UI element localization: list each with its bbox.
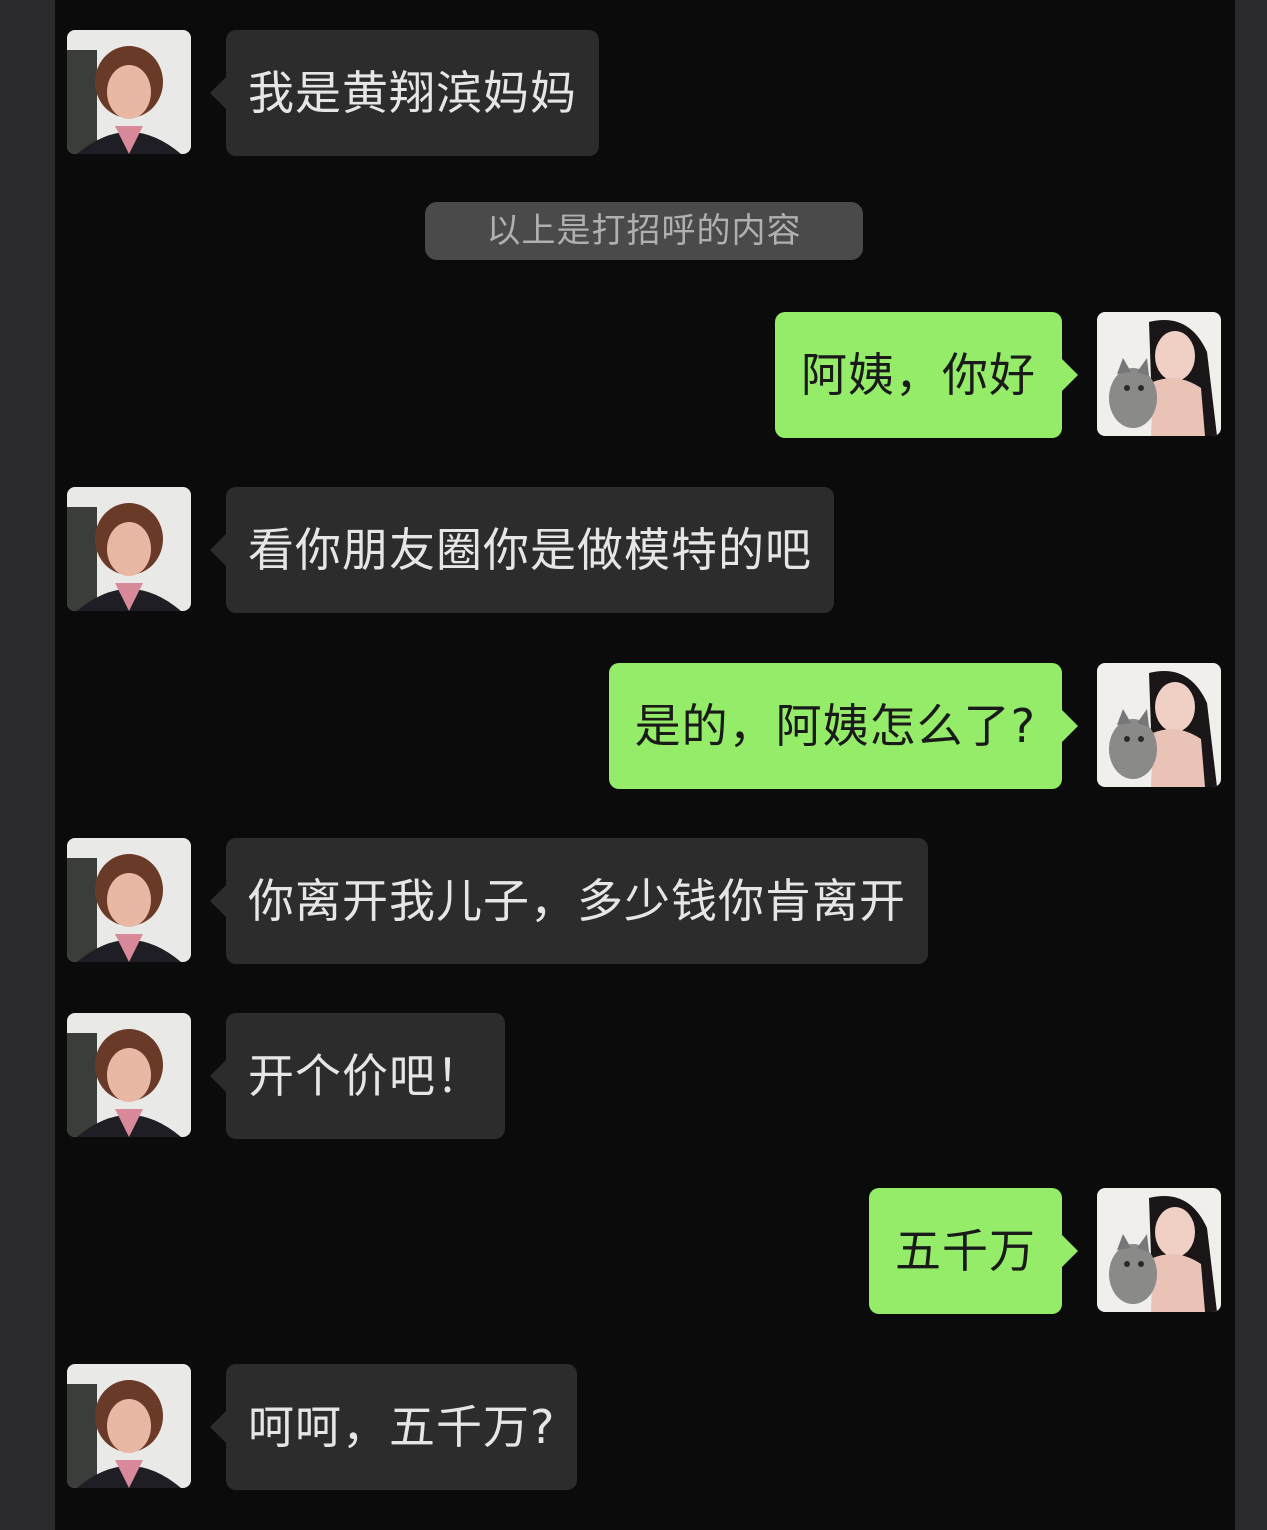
mother-avatar-image bbox=[67, 1364, 191, 1488]
message-bubble-incoming[interactable]: 呵呵，五千万? bbox=[209, 1364, 578, 1490]
user-avatar-image bbox=[1097, 663, 1221, 787]
mother-avatar-image bbox=[67, 487, 191, 611]
left-background-strip bbox=[0, 0, 55, 1530]
user-avatar[interactable] bbox=[1097, 1188, 1221, 1312]
user-avatar[interactable] bbox=[1097, 312, 1221, 436]
user-avatar-image bbox=[1097, 312, 1221, 436]
mother-avatar[interactable] bbox=[67, 838, 191, 962]
mother-avatar[interactable] bbox=[67, 487, 191, 611]
message-bubble-outgoing[interactable]: 五千万 bbox=[869, 1188, 1078, 1314]
message-bubble-incoming[interactable]: 看你朋友圈你是做模特的吧 bbox=[210, 487, 834, 613]
mother-avatar[interactable] bbox=[67, 30, 191, 154]
message-bubble-outgoing[interactable]: 是的，阿姨怎么了? bbox=[608, 663, 1079, 789]
message-bubble-incoming[interactable]: 我是黄翔滨妈妈 bbox=[210, 30, 599, 156]
mother-avatar-image bbox=[67, 838, 191, 962]
message-bubble-outgoing[interactable]: 阿姨，你好 bbox=[775, 312, 1078, 438]
mother-avatar[interactable] bbox=[67, 1013, 191, 1137]
user-avatar[interactable] bbox=[1097, 663, 1221, 787]
mother-avatar-image bbox=[67, 1013, 191, 1137]
message-bubble-incoming[interactable]: 开个价吧！ bbox=[210, 1013, 505, 1139]
message-bubble-incoming[interactable]: 你离开我儿子，多少钱你肯离开 bbox=[210, 838, 928, 964]
greeting-notice: 以上是打招呼的内容 bbox=[425, 202, 863, 260]
user-avatar-image bbox=[1097, 1188, 1221, 1312]
mother-avatar-image bbox=[67, 30, 191, 154]
mother-avatar[interactable] bbox=[67, 1364, 191, 1488]
right-background-strip bbox=[1235, 0, 1267, 1530]
